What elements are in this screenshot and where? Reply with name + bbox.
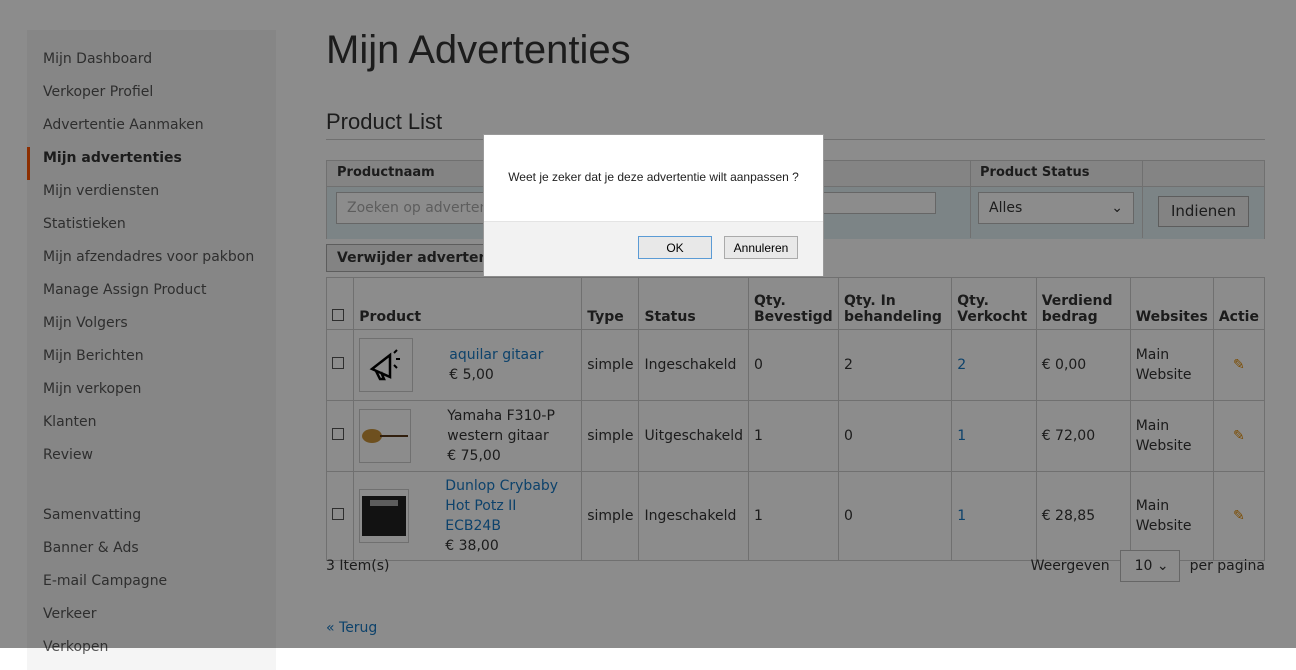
dialog-message: Weet je zeker dat je deze advertentie wi… <box>508 170 799 184</box>
ok-button[interactable]: OK <box>638 236 712 259</box>
confirm-dialog: Weet je zeker dat je deze advertentie wi… <box>483 134 824 276</box>
modal-overlay <box>0 0 1296 648</box>
cancel-button[interactable]: Annuleren <box>724 236 798 259</box>
